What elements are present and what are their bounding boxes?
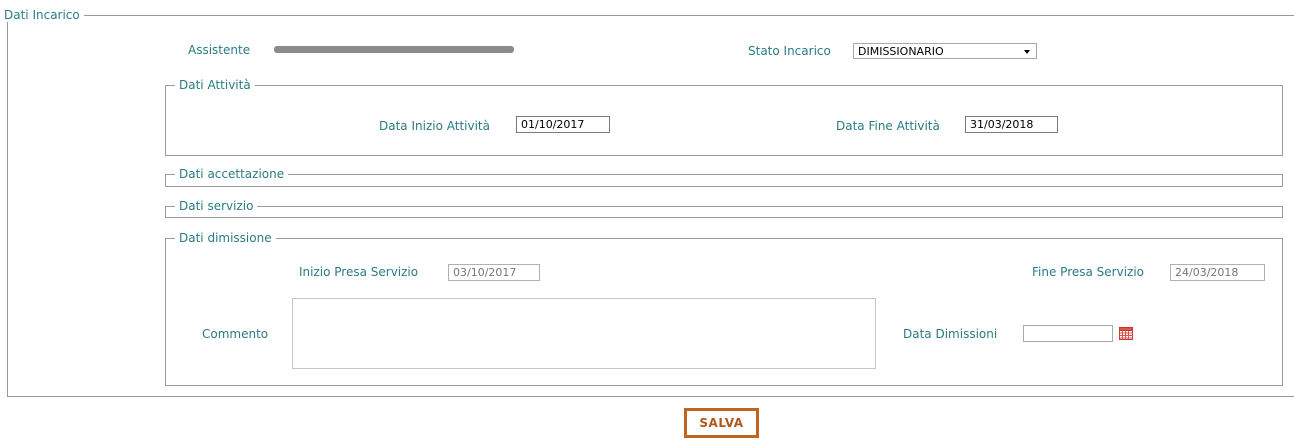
data-fine-attivita-input[interactable]: 31/03/2018: [965, 116, 1058, 133]
stato-incarico-select[interactable]: DIMISSIONARIO: [853, 43, 1037, 59]
divider: [7, 396, 1294, 397]
inizio-presa-servizio-label: Inizio Presa Servizio: [299, 265, 419, 279]
data-dimissioni-input[interactable]: [1023, 325, 1113, 342]
legend-dati-servizio[interactable]: Dati servizio: [175, 199, 258, 213]
data-fine-attivita-label: Data Fine Attività: [836, 119, 940, 133]
inizio-presa-servizio-input[interactable]: 03/10/2017: [448, 264, 540, 281]
commento-label: Commento: [202, 327, 269, 341]
calendar-icon[interactable]: [1119, 327, 1133, 340]
commento-textarea[interactable]: [292, 298, 876, 369]
save-button-label: SALVA: [699, 416, 744, 430]
chevron-down-icon: [1024, 50, 1030, 54]
legend-dati-dimissione: Dati dimissione: [175, 231, 276, 245]
fine-presa-servizio-label: Fine Presa Servizio: [1032, 265, 1145, 279]
assistente-value-masked: [274, 42, 516, 56]
fieldset-dati-accettazione: [165, 174, 1283, 187]
stato-incarico-value: DIMISSIONARIO: [858, 45, 944, 58]
fieldset-dati-attivita: [165, 85, 1283, 156]
fine-presa-servizio-input[interactable]: 24/03/2018: [1170, 264, 1265, 281]
legend-dati-attivita: Dati Attività: [175, 78, 255, 92]
fieldset-dati-servizio: [165, 206, 1283, 218]
data-inizio-attivita-input[interactable]: 01/10/2017: [516, 116, 610, 133]
legend-dati-accettazione[interactable]: Dati accettazione: [175, 167, 289, 181]
legend-dati-incarico: Dati Incarico: [0, 8, 84, 22]
data-inizio-attivita-label: Data Inizio Attività: [379, 119, 490, 133]
assistente-label: Assistente: [188, 43, 251, 57]
stato-incarico-label: Stato Incarico: [748, 44, 831, 58]
data-dimissioni-label: Data Dimissioni: [903, 327, 998, 341]
save-button[interactable]: SALVA: [684, 408, 759, 438]
